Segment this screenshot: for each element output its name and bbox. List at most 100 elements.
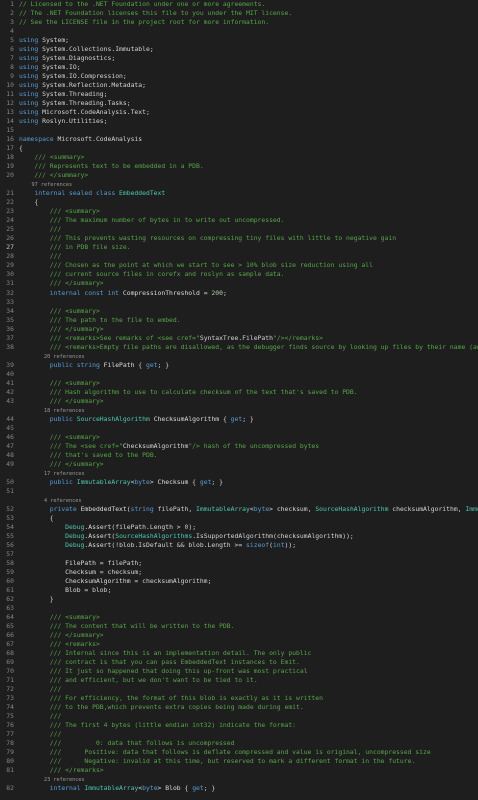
code-line[interactable]: 17 { [0,144,478,153]
code-line[interactable]: 72 /// [0,685,478,694]
code-line[interactable]: 41 /// <summary> [0,379,478,388]
code-line[interactable]: 53 { [0,514,478,523]
code-line[interactable]: 49 /// </summary> [0,460,478,469]
line-number: 63 [6,604,14,613]
code-line[interactable]: 54 Debug.Assert(filePath.Length > 0); [0,523,478,532]
code-line[interactable]: 59 Checksum = checksum; [0,568,478,577]
code-line[interactable]: 9 using System.IO.Compression; [0,72,478,81]
code-line[interactable]: 29 /// Chosen as the point at which we s… [0,261,478,270]
code-line[interactable]: 10 using System.Reflection.Metadata; [0,81,478,90]
code-line[interactable]: 5 using System; [0,36,478,45]
code-line[interactable]: 68 /// Internal since this is an impleme… [0,649,478,658]
code-line[interactable]: 44 public SourceHashAlgorithm ChecksumAl… [0,415,478,424]
code-line[interactable]: 50 public ImmutableArray<byte> Checksum … [0,478,478,487]
code-line[interactable]: 62 } [0,595,478,604]
code-line[interactable]: 25 /// [0,225,478,234]
code-line[interactable]: 23 /// <summary> [0,207,478,216]
code-line[interactable]: 33 [0,298,478,307]
code-line[interactable]: 63 [0,604,478,613]
code-line[interactable]: 7 using System.Diagnostics; [0,54,478,63]
code-line[interactable]: 61 Blob = blob; [0,586,478,595]
code-line[interactable]: 73 /// For efficiency, the format of thi… [0,694,478,703]
codelens-row[interactable]: 97 references [0,180,478,189]
code-line[interactable]: 40 [0,370,478,379]
code-line[interactable]: 38 /// <remarks>Empty file paths are dis… [0,343,478,352]
code-line[interactable]: 37 /// <remarks>See remarks of <see cref… [0,334,478,343]
code-line[interactable]: 82 internal ImmutableArray<byte> Blob { … [0,784,478,793]
code-line[interactable]: 81 /// </remarks> [0,766,478,775]
references-codelens[interactable]: 17 references [19,471,85,477]
code-line[interactable]: 51 [0,487,478,496]
code-line[interactable]: 28 /// [0,252,478,261]
code-line[interactable]: 26 /// This prevents wasting resources o… [0,234,478,243]
code-line[interactable]: 77 /// [0,730,478,739]
code-line[interactable]: 4 [0,27,478,36]
code-line[interactable]: 70 /// It just so happened that doing th… [0,667,478,676]
token: public [19,414,77,423]
code-line[interactable]: 65 /// The content that will be written … [0,622,478,631]
code-line[interactable]: 64 /// <summary> [0,613,478,622]
code-line[interactable]: 57 [0,550,478,559]
code-line[interactable]: 42 /// Hash algorithm to use to calculat… [0,388,478,397]
code-line[interactable]: 76 /// The first 4 bytes (little endian … [0,721,478,730]
code-line[interactable]: 56 Debug.Assert(!blob.IsDefault && blob.… [0,541,478,550]
codelens-row[interactable]: 4 references [0,496,478,505]
code-line[interactable]: 43 /// </summary> [0,397,478,406]
codelens-row[interactable]: 20 references [0,352,478,361]
code-line[interactable]: 78 /// 0: data that follows is uncompres… [0,739,478,748]
code-line[interactable]: 75 /// [0,712,478,721]
code-line[interactable]: 67 /// <remarks> [0,640,478,649]
code-line[interactable]: 8 using System.IO; [0,63,478,72]
code-line[interactable]: 48 /// that's saved to the PDB. [0,451,478,460]
references-codelens[interactable]: 18 references [19,408,85,414]
code-line[interactable]: 24 /// The maximum number of bytes in to… [0,216,478,225]
code-line[interactable]: 35 /// The path to the file to embed. [0,316,478,325]
code-line[interactable]: 11 using System.Threading; [0,90,478,99]
token: /// Positive: data that follows is defla… [19,748,431,757]
code-line[interactable]: 6 using System.Collections.Immutable; [0,45,478,54]
code-line[interactable]: 36 /// </summary> [0,325,478,334]
references-codelens[interactable]: 97 references [19,182,72,188]
code-line[interactable]: 45 [0,424,478,433]
token: > [149,477,158,486]
code-line[interactable]: 32 internal const int CompressionThresho… [0,289,478,298]
code-line[interactable]: 58 FilePath = filePath; [0,559,478,568]
code-line[interactable]: 27 /// in PDB file size. [0,243,478,252]
line-number: 6 [10,45,14,54]
code-line[interactable]: 80 /// Negative: invalid at this time, b… [0,757,478,766]
code-line[interactable]: 74 /// to the PDB,which prevents extra c… [0,703,478,712]
code-line[interactable]: 55 Debug.Assert(SourceHashAlgorithms.IsS… [0,532,478,541]
code-line[interactable]: 39 public string FilePath { get; } [0,361,478,370]
code-line[interactable]: 69 /// contract is that you can pass Emb… [0,658,478,667]
code-line[interactable]: 71 /// and efficient, but we don't want … [0,676,478,685]
codelens-row[interactable]: 18 references [0,406,478,415]
code-line[interactable]: 66 /// </summary> [0,631,478,640]
code-line[interactable]: 16 namespace Microsoft.CodeAnalysis [0,135,478,144]
references-codelens[interactable]: 4 references [19,498,81,504]
code-line[interactable]: 15 [0,126,478,135]
code-editor[interactable]: 1 // Licensed to the .NET Foundation unde… [0,0,478,800]
code-line[interactable]: 12 using System.Threading.Tasks; [0,99,478,108]
code-line[interactable]: 18 /// <summary> [0,153,478,162]
code-line[interactable]: 14 using Roslyn.Utilities; [0,117,478,126]
code-line[interactable]: 60 ChecksumAlgorithm = checksumAlgorithm… [0,577,478,586]
references-codelens[interactable]: 20 references [19,354,85,360]
references-codelens[interactable]: 23 references [19,777,85,783]
codelens-row[interactable]: 17 references [0,469,478,478]
code-line[interactable]: 21 internal sealed class EmbeddedText [0,189,478,198]
code-line[interactable]: 22 { [0,198,478,207]
code-line[interactable]: 30 /// current source files in corefx an… [0,270,478,279]
code-line[interactable]: 34 /// <summary> [0,307,478,316]
codelens-row[interactable]: 23 references [0,775,478,784]
code-line[interactable]: 46 /// <summary> [0,433,478,442]
code-line[interactable]: 2 // The .NET Foundation licenses this fi… [0,9,478,18]
code-line[interactable]: 31 /// </summary> [0,279,478,288]
code-line[interactable]: 79 /// Positive: data that follows is de… [0,748,478,757]
code-line[interactable]: 3 // See the LICENSE file in the project … [0,18,478,27]
code-line[interactable]: 19 /// Represents text to be embedded in… [0,162,478,171]
code-line[interactable]: 47 /// The <see cref="ChecksumAlgorithm"… [0,442,478,451]
code-line[interactable]: 13 using Microsoft.CodeAnalysis.Text; [0,108,478,117]
code-line[interactable]: 52 private EmbeddedText(string filePath,… [0,505,478,514]
code-line[interactable]: 1 // Licensed to the .NET Foundation unde… [0,0,478,9]
code-line[interactable]: 20 /// </summary> [0,171,478,180]
